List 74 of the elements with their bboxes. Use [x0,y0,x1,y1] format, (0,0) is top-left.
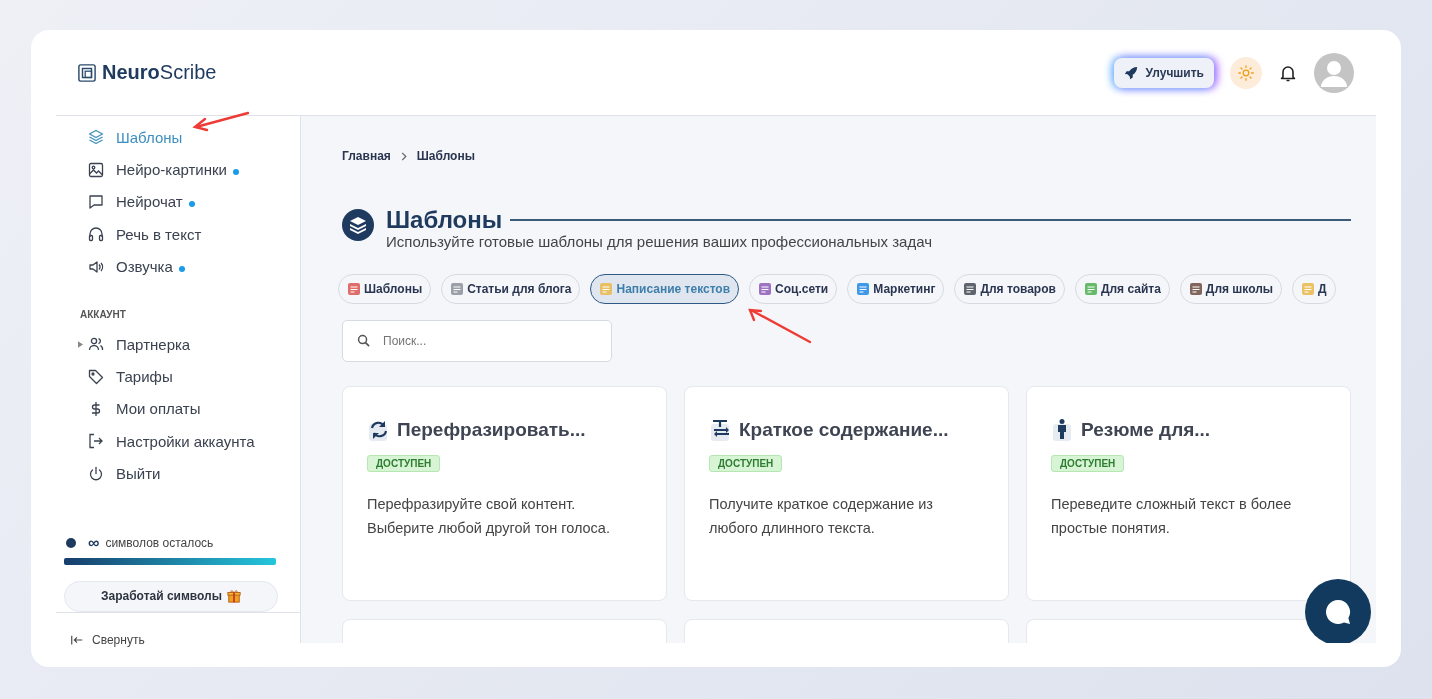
sidebar-item[interactable]: Нейро-картинки [56,153,300,186]
logo-icon [78,63,96,82]
status-badge: ДОСТУПЕН [367,455,441,472]
collapse-icon [70,633,84,647]
category-chip[interactable]: Соц.сети [749,274,838,304]
earn-symbols-button[interactable]: Заработай символы [64,581,278,612]
card-description: Переведите сложный текст в более простые понятия. [1051,495,1293,538]
status-badge: ДОСТУПЕН [1051,455,1125,472]
annotation-arrow [747,306,813,346]
category-icon [599,282,614,296]
page-title: Шаблоны [386,205,503,235]
symbols-amount: ∞ [88,535,100,550]
category-icon [856,282,871,296]
category-chip[interactable]: Для школы [1179,274,1283,304]
theme-toggle-button[interactable] [1230,56,1262,89]
rocket-icon [1123,65,1138,80]
card-description: Получите краткое содержание из любого длинного текста. [709,495,935,538]
category-icon [758,282,773,296]
sidebar-item[interactable]: Мои оплаты [56,392,300,426]
sidebar-item[interactable]: Настройки аккаунта [56,425,300,458]
upgrade-button[interactable]: Улучшить [1113,57,1214,88]
sidebar-item[interactable]: Выйти [56,457,300,490]
status-dot [66,537,76,548]
category-chip[interactable]: Для сайта [1074,274,1170,304]
category-chip[interactable]: Написание текстов [590,274,740,304]
sidebar-item[interactable]: Нейрочат [56,185,300,219]
image-icon [88,161,104,178]
breadcrumb-item[interactable]: Главная [342,149,391,163]
symbols-label: символов осталось [105,535,214,550]
search-field[interactable]: Поиск... [342,320,612,362]
layers-icon [88,129,104,146]
power-icon [88,465,104,482]
category-icon [1188,282,1203,296]
sidebar-item[interactable]: Речь в текст [56,218,300,251]
category-icon [1083,282,1098,296]
headphones-icon [88,226,104,243]
collapse-button[interactable]: Свернуть [56,633,145,647]
layers-icon [342,209,374,241]
category-chip[interactable]: Статьи для блога [441,274,581,304]
search-icon [357,334,370,347]
template-card[interactable]: Резюме для... ДОСТУПЕН Переведите сложный текст в более простые понятия. [1026,386,1351,601]
card-title: Краткое содержание... [739,419,949,441]
category-icon [1301,282,1316,296]
breadcrumb-item: Шаблоны [416,149,475,163]
chevron-right-icon [400,151,407,161]
category-chip[interactable]: Маркетинг [847,274,945,304]
status-badge: ДОСТУПЕН [709,455,783,472]
users-icon [88,336,104,353]
category-icon [347,282,361,296]
template-card[interactable]: Краткое содержание... ДОСТУПЕН Получите краткое содержание из любого длинного текста. [684,386,1009,601]
category-chip[interactable]: Шаблоны [338,274,432,304]
category-icon [963,282,978,296]
card-title: Перефразировать... [397,419,586,441]
chat-button[interactable] [1305,579,1371,643]
category-icon [450,282,465,296]
exit-icon [88,433,104,450]
category-chip[interactable]: Для товаров [954,274,1065,304]
sidebar-item[interactable]: Шаблоны [56,121,300,154]
sidebar-item[interactable]: Озвучка [56,250,300,283]
gift-icon [226,589,241,604]
category-chip[interactable]: Д [1292,274,1336,304]
chat-bubble-icon [1323,597,1353,627]
card-title: Резюме для... [1081,419,1211,441]
logo-text[interactable]: NeuroScribe [102,61,217,84]
template-card[interactable]: Перефразировать... ДОСТУПЕН Перефразируйте свой контент. Выберите любой другой тон голоса. [342,386,667,601]
sidebar-item[interactable]: Партнерка [56,327,300,361]
section-heading: АККАУНТ [79,307,127,322]
sun-icon [1238,64,1254,81]
chat-icon [88,193,104,210]
card-description: Перефразируйте свой контент. Выберите любой другой тон голоса. [367,495,611,538]
sidebar-item[interactable]: Тарифы [56,360,300,393]
page-subtitle: Используйте готовые шаблоны для решения ваших профессиональных задач [386,233,933,250]
annotation-arrow [191,110,251,134]
tag-icon [88,368,104,385]
